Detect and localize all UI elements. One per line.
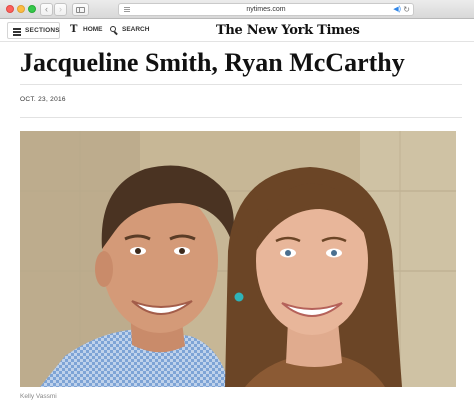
sidebar-icon[interactable] [72, 3, 89, 16]
article-photo [20, 131, 456, 387]
address-bar[interactable]: nytimes.com ◀) ↻ [118, 3, 414, 16]
search-link[interactable]: SEARCH [122, 23, 149, 37]
sections-label: SECTIONS [25, 27, 60, 34]
browser-toolbar: ‹ › nytimes.com ◀) ↻ [0, 0, 474, 19]
article-headline: Jacqueline Smith, Ryan McCarthy [20, 48, 405, 77]
forward-arrow-icon[interactable]: › [54, 3, 67, 16]
reload-icon[interactable]: ↻ [403, 4, 410, 15]
sections-button[interactable]: SECTIONS [7, 22, 60, 39]
article-date: OCT. 23, 2016 [20, 96, 66, 103]
minimize-icon[interactable] [17, 5, 25, 13]
address-text[interactable]: nytimes.com [119, 4, 413, 15]
home-link[interactable]: HOME [83, 23, 103, 37]
search-icon[interactable] [110, 26, 119, 35]
back-arrow-icon[interactable]: ‹ [40, 3, 53, 16]
close-icon[interactable] [6, 5, 14, 13]
maximize-icon[interactable] [28, 5, 36, 13]
nyt-logo[interactable]: The New York Times [216, 22, 360, 40]
divider [20, 84, 462, 85]
divider [20, 117, 462, 118]
photo-credit: Kelly Vassmi [20, 393, 57, 400]
couple-photo-illustration [20, 131, 456, 387]
site-header: SECTIONS T HOME SEARCH The New York Time… [0, 20, 474, 42]
nyt-t-icon[interactable]: T [70, 23, 77, 37]
hamburger-icon [13, 28, 21, 37]
speaker-icon[interactable]: ◀) [393, 4, 401, 15]
